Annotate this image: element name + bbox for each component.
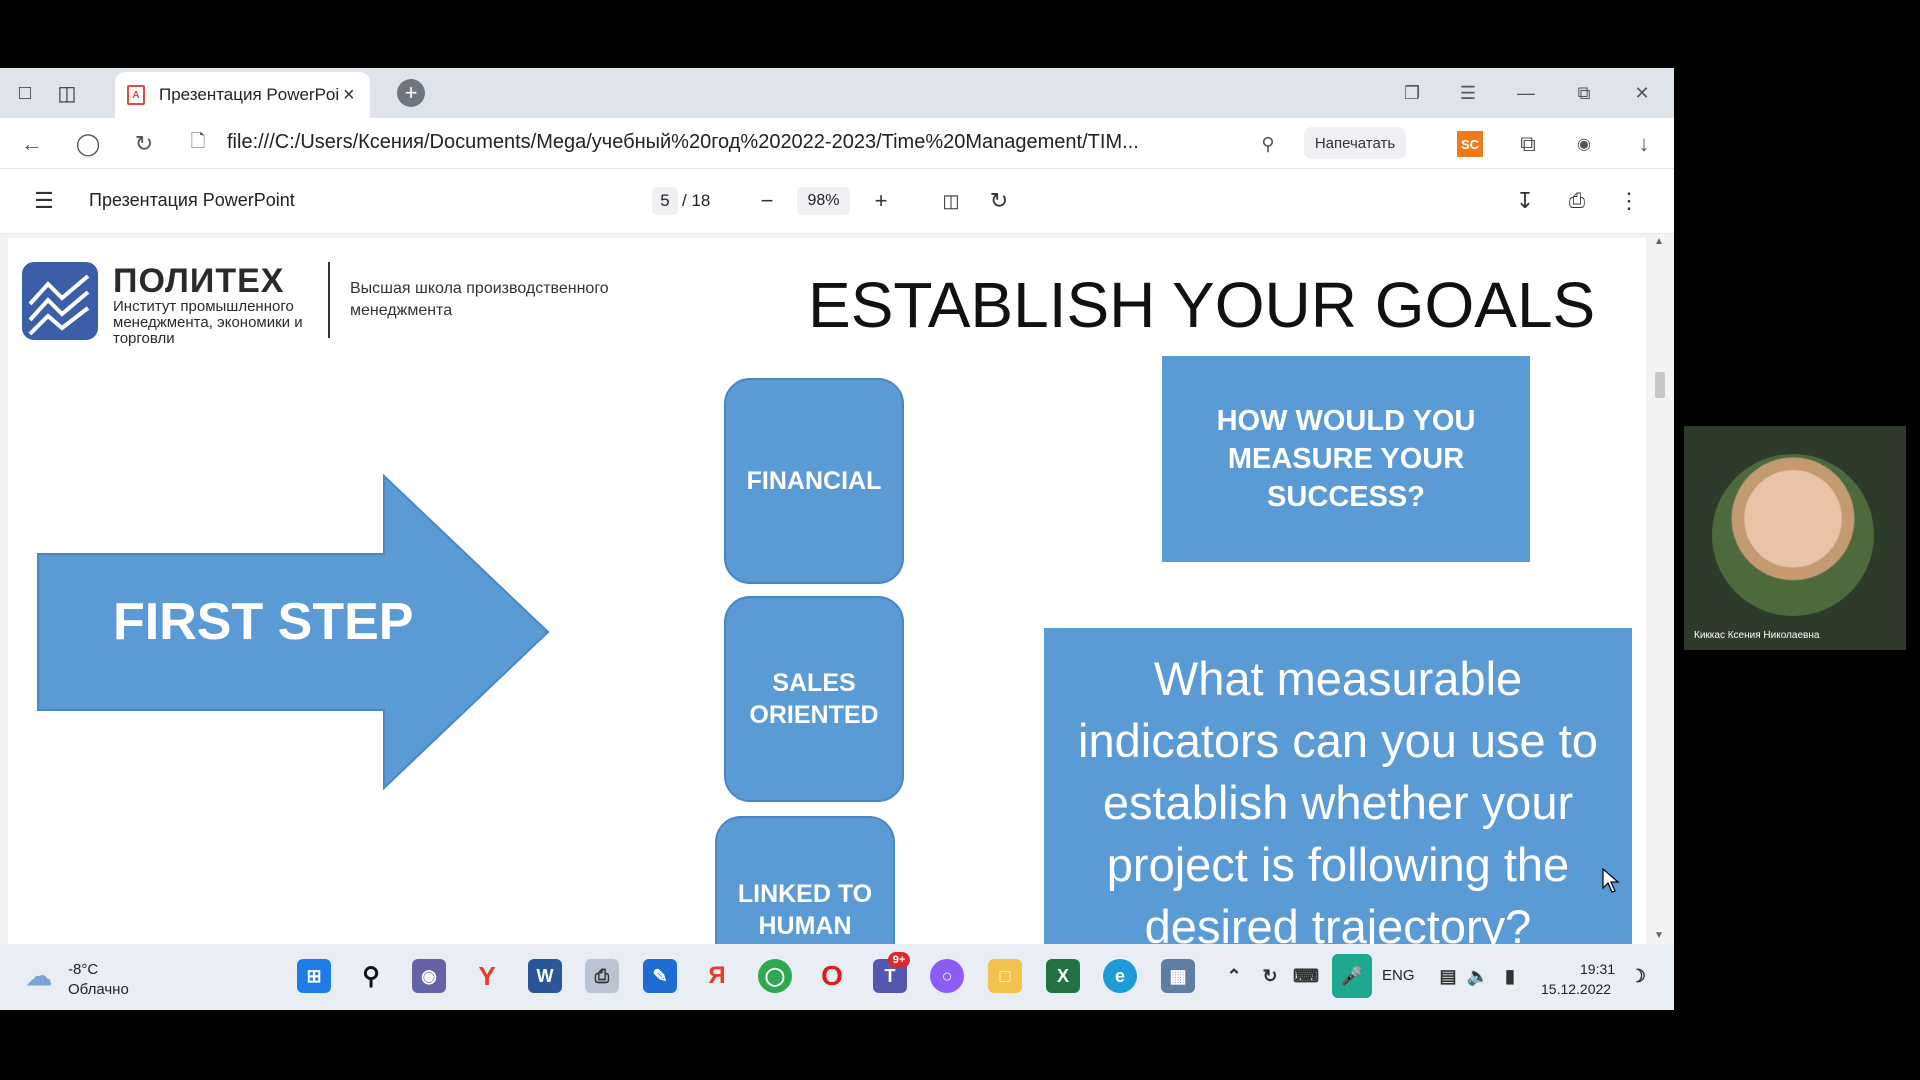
weather-temp: -8°C	[68, 961, 99, 978]
print-button[interactable]: Напечатать	[1304, 127, 1406, 159]
tab-manager-icon[interactable]: □	[6, 76, 44, 110]
fit-page-icon[interactable]: ◫	[936, 186, 966, 216]
browser-tab-bar: □ ◫ A Презентация PowerPoi × + ❐ ☰ — ⧉ ✕	[0, 68, 1674, 118]
zoom-out-icon[interactable]: −	[752, 186, 782, 216]
logo-school: Высшая школа производственного менеджмен…	[350, 280, 609, 319]
collections-icon[interactable]: ⧉	[1512, 128, 1544, 160]
logo-name: ПОЛИТЕХ	[113, 262, 285, 300]
scroll-down-icon[interactable]: ▼	[1654, 930, 1664, 941]
back-icon[interactable]: ←	[16, 128, 48, 160]
polytech-logo-icon	[22, 262, 98, 340]
slide-title: ESTABLISH YOUR GOALS	[808, 269, 1596, 341]
battery-icon[interactable]: ▮	[1498, 959, 1522, 993]
arrow-label: FIRST STEP	[113, 593, 414, 651]
search-icon[interactable]: ⚲	[354, 959, 388, 993]
extension-icon[interactable]: ◉	[1568, 128, 1600, 160]
windows-taskbar: ☁ -8°C Облачно ⊞ ⚲ ◉ Y W ⎙ ✎ Я ◯ O T 9+ …	[0, 944, 1674, 1010]
pdf-toolbar: ☰ Презентация PowerPoint 5 / 18 − 98% + …	[0, 169, 1674, 234]
clock-time[interactable]: 19:31	[1580, 961, 1615, 977]
url-field[interactable]: file:///C:/Users/Ксения/Documents/Mega/у…	[227, 131, 1139, 154]
tab-active[interactable]: A Презентация PowerPoi ×	[115, 72, 370, 118]
tab-title: Презентация PowerPoi	[159, 85, 339, 104]
reload-icon[interactable]: ↻	[128, 128, 160, 160]
close-window-button[interactable]: ✕	[1622, 78, 1662, 108]
pill-sales-oriented: SALES ORIENTED	[724, 596, 904, 802]
start-icon[interactable]: ⊞	[297, 959, 331, 993]
opera-icon[interactable]: O	[815, 959, 849, 993]
logo-subtitle: Институт промышленного менеджмента, экон…	[113, 298, 303, 347]
teams-badge: 9+	[888, 952, 910, 968]
webcam-video: Киккас Ксения Николаевна	[1684, 426, 1906, 650]
yandex-browser-icon[interactable]: Y	[470, 959, 504, 993]
yandex-icon[interactable]: ◯	[72, 128, 104, 160]
participant-avatar	[1712, 454, 1874, 616]
download-icon[interactable]: ↧	[1510, 186, 1540, 216]
document-title: Презентация PowerPoint	[89, 190, 295, 210]
clock-date[interactable]: 15.12.2022	[1541, 981, 1611, 997]
page-total: / 18	[682, 191, 711, 210]
restore-button[interactable]: ⧉	[1564, 78, 1604, 108]
zoom-level[interactable]: 98%	[797, 187, 850, 215]
print-icon[interactable]: ⎙	[1562, 186, 1592, 216]
minimize-button[interactable]: —	[1506, 78, 1546, 108]
vertical-scrollbar[interactable]: ▲ ▼	[1650, 234, 1670, 944]
tray-chevron-icon[interactable]: ⌃	[1222, 959, 1246, 993]
weather-desc: Облачно	[68, 981, 129, 998]
yandex-app-icon[interactable]: Я	[700, 959, 734, 993]
slide-page: ПОЛИТЕХ Институт промышленного менеджмен…	[8, 238, 1646, 944]
rotate-icon[interactable]: ↻	[984, 186, 1014, 216]
page-number-input[interactable]: 5	[652, 187, 678, 215]
downloads-icon[interactable]: ↓	[1628, 128, 1660, 160]
weather-cloud-icon[interactable]: ☁	[22, 959, 56, 993]
pill-linked-to-human: LINKED TO HUMAN	[715, 816, 895, 944]
calculator-icon[interactable]: ▦	[1161, 959, 1195, 993]
address-bar: ← ◯ ↻ 🗋 file:///C:/Users/Ксения/Document…	[0, 118, 1674, 169]
bookmarks-icon[interactable]: ❐	[1392, 78, 1432, 108]
new-group-icon[interactable]: ◫	[48, 76, 86, 110]
zoom-in-icon[interactable]: +	[866, 186, 896, 216]
logo-divider	[328, 262, 330, 338]
scroll-thumb[interactable]	[1655, 372, 1665, 398]
sc-extension-icon[interactable]: SC	[1457, 131, 1483, 157]
word-icon[interactable]: W	[528, 959, 562, 993]
tab-close-icon[interactable]: ×	[343, 84, 355, 107]
pdf-file-icon: A	[127, 85, 145, 105]
whiteboard-icon[interactable]: ✎	[643, 959, 677, 993]
keyboard-icon[interactable]: ⌨	[1293, 959, 1319, 993]
screen: □ ◫ A Презентация PowerPoi × + ❐ ☰ — ⧉ ✕…	[0, 68, 1674, 1010]
excel-icon[interactable]: X	[1046, 959, 1080, 993]
scroll-up-icon[interactable]: ▲	[1654, 236, 1664, 247]
meet-icon[interactable]: ◉	[412, 959, 446, 993]
document-viewport: ПОЛИТЕХ Институт промышленного менеджмен…	[0, 234, 1674, 944]
new-tab-button[interactable]: +	[397, 79, 425, 107]
sidebar-menu-icon[interactable]: ☰	[29, 186, 59, 216]
printer-app-icon[interactable]: ⎙	[585, 959, 619, 993]
search-page-icon[interactable]: ⚲	[1252, 128, 1284, 160]
microphone-icon[interactable]: 🎤	[1332, 954, 1372, 998]
chrome-icon[interactable]: ◯	[758, 959, 792, 993]
menu-icon[interactable]: ☰	[1448, 78, 1488, 108]
sync-icon[interactable]: ↻	[1258, 959, 1282, 993]
participant-name: Киккас Ксения Николаевна	[1694, 630, 1820, 641]
more-options-icon[interactable]: ⋮	[1614, 186, 1644, 216]
volume-icon[interactable]: 🔈	[1466, 959, 1490, 993]
notifications-icon[interactable]: ☽	[1626, 959, 1650, 993]
file-icon: 🗋	[190, 131, 206, 151]
file-explorer-icon[interactable]: □	[988, 959, 1022, 993]
box-measure-success: HOW WOULD YOU MEASURE YOUR SUCCESS?	[1162, 356, 1530, 562]
mouse-cursor-icon	[1602, 868, 1620, 893]
edge-icon[interactable]: e	[1103, 959, 1137, 993]
alice-icon[interactable]: ○	[930, 959, 964, 993]
language-indicator[interactable]: ENG	[1382, 967, 1415, 984]
pill-financial: FINANCIAL	[724, 378, 904, 584]
box-measurable-indicators: What measurable indicators can you use t…	[1044, 628, 1632, 944]
network-icon[interactable]: ▤	[1436, 959, 1460, 993]
